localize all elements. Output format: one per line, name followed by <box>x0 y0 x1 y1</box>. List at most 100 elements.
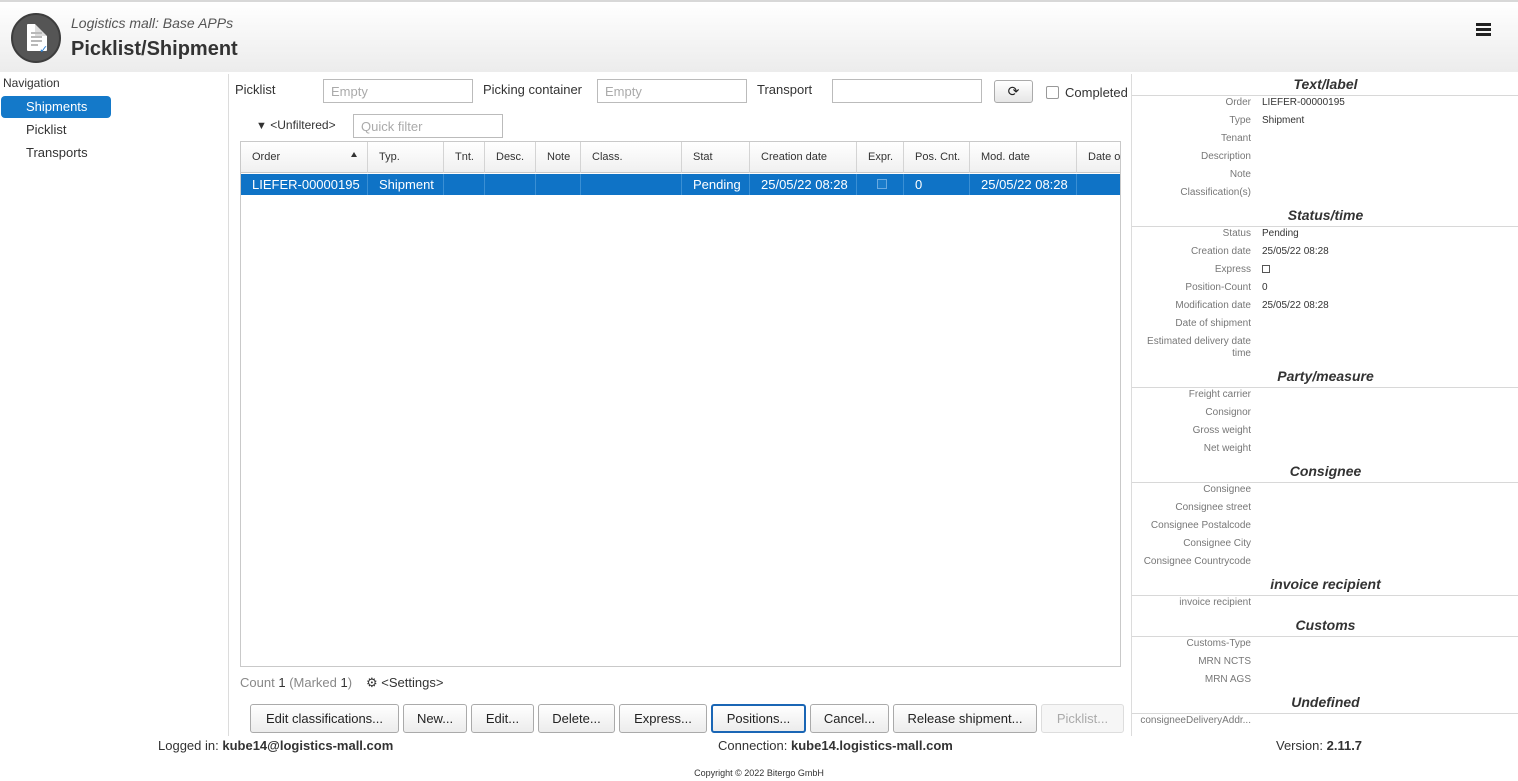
connection-status: Connection: kube14.logistics-mall.com <box>718 738 953 753</box>
column-header-date-of[interactable]: Date of <box>1077 142 1120 173</box>
app-logo: ✓ <box>11 13 61 63</box>
cell-tenant <box>444 174 485 195</box>
column-header-description[interactable]: Desc. <box>485 142 536 173</box>
positions-button[interactable]: Positions... <box>711 704 806 733</box>
detail-value-type: Shipment <box>1262 115 1305 126</box>
detail-value-status: Pending <box>1262 228 1299 239</box>
picklist-button[interactable]: Picklist... <box>1041 704 1124 733</box>
detail-label-consignee-city: Consignee City <box>1183 538 1251 549</box>
marked-suffix: ) <box>347 675 353 690</box>
detail-value-creation-date: 25/05/22 08:28 <box>1262 246 1329 257</box>
column-header-mod-date[interactable]: Mod. date <box>970 142 1077 173</box>
detail-label-mrn-ncts: MRN NCTS <box>1198 656 1251 667</box>
logged-in-label: Logged in: <box>158 738 219 753</box>
column-header-position-count[interactable]: Pos. Cnt. <box>904 142 970 173</box>
column-header-express[interactable]: Expr. <box>857 142 904 173</box>
section-text-label: Text/label <box>1132 76 1518 96</box>
nav-item-picklist[interactable]: Picklist <box>1 119 111 141</box>
logged-in-status: Logged in: kube14@logistics-mall.com <box>158 738 393 753</box>
detail-label-customs-type: Customs-Type <box>1186 638 1251 649</box>
detail-label-consignee-postalcode: Consignee Postalcode <box>1150 520 1251 531</box>
table-row[interactable]: LIEFER-00000195 Shipment Pending 25/05/2… <box>241 174 1120 195</box>
detail-label-consignee-delivery-address: consigneeDeliveryAddr... <box>1140 715 1251 726</box>
count-value: 1 <box>278 675 286 690</box>
release-shipment-button[interactable]: Release shipment... <box>893 704 1037 733</box>
detail-label-status: Status <box>1222 228 1251 239</box>
detail-label-creation-date: Creation date <box>1190 246 1251 257</box>
column-header-order[interactable]: Order <box>241 142 368 173</box>
picking-container-label: Picking container <box>483 82 582 97</box>
delete-button[interactable]: Delete... <box>538 704 615 733</box>
transport-label: Transport <box>757 82 813 97</box>
shipments-table: Order Typ. Tnt. Desc. Note Class. Stat C… <box>240 141 1121 667</box>
column-header-creation-date[interactable]: Creation date <box>750 142 857 173</box>
nav-item-shipments[interactable]: Shipments <box>1 96 111 118</box>
cell-note <box>536 174 581 195</box>
detail-label-consignee-street: Consignee street <box>1175 502 1251 513</box>
nav-item-transports[interactable]: Transports <box>1 142 111 164</box>
detail-label-description: Description <box>1200 151 1251 162</box>
cell-position-count: 0 <box>904 174 970 195</box>
picklist-label: Picklist <box>235 82 276 97</box>
cancel-button[interactable]: Cancel... <box>810 704 889 733</box>
section-status-time: Status/time <box>1132 207 1518 227</box>
check-icon: ✓ <box>39 44 49 56</box>
detail-label-type: Type <box>1229 115 1251 126</box>
detail-label-mrn-ags: MRN AGS <box>1204 674 1251 685</box>
filter-selector[interactable]: ▼ <Unfiltered> <box>256 118 336 132</box>
picklist-input[interactable] <box>323 79 473 103</box>
picking-container-input[interactable] <box>597 79 747 103</box>
detail-label-classifications: Classification(s) <box>1180 187 1251 198</box>
column-header-note[interactable]: Note <box>536 142 581 173</box>
detail-label-freight-carrier: Freight carrier <box>1188 389 1251 400</box>
edit-button[interactable]: Edit... <box>471 704 534 733</box>
detail-label-consignee-countrycode: Consignee Countrycode <box>1143 556 1251 567</box>
express-checkbox[interactable] <box>877 179 887 189</box>
completed-checkbox[interactable] <box>1046 86 1059 99</box>
detail-value-order: LIEFER-00000195 <box>1262 97 1345 108</box>
cell-description <box>485 174 536 195</box>
copyright-text: Copyright © 2022 Bitergo GmbH <box>694 768 824 778</box>
detail-label-estimated-delivery: Estimated delivery date time <box>1147 336 1251 359</box>
section-undefined: Undefined <box>1132 694 1518 714</box>
section-customs: Customs <box>1132 617 1518 637</box>
settings-label: <Settings> <box>381 675 444 690</box>
marked-label: (Marked <box>289 675 337 690</box>
count-label: Count <box>240 675 275 690</box>
transport-input[interactable] <box>832 79 982 103</box>
column-header-class[interactable]: Class. <box>581 142 682 173</box>
edit-classifications-button[interactable]: Edit classifications... <box>250 704 399 733</box>
section-invoice-recipient: invoice recipient <box>1132 576 1518 596</box>
settings-link[interactable]: ⚙ <Settings> <box>366 675 443 691</box>
detail-label-modification-date: Modification date <box>1175 300 1251 311</box>
cell-mod-date: 25/05/22 08:28 <box>970 174 1077 195</box>
section-consignee: Consignee <box>1132 463 1518 483</box>
cell-type: Shipment <box>368 174 444 195</box>
detail-label-express: Express <box>1214 264 1251 275</box>
detail-label-consignee: Consignee <box>1203 484 1251 495</box>
connection-host: kube14.logistics-mall.com <box>791 738 953 753</box>
version-status: Version: 2.11.7 <box>1276 738 1362 753</box>
cell-order: LIEFER-00000195 <box>241 174 368 195</box>
express-button[interactable]: Express... <box>619 704 707 733</box>
express-detail-checkbox <box>1262 265 1270 273</box>
record-count: Count 1 (Marked 1) <box>240 675 352 690</box>
detail-label-date-of-shipment: Date of shipment <box>1175 318 1251 329</box>
column-header-tenant[interactable]: Tnt. <box>444 142 485 173</box>
logged-in-user: kube14@logistics-mall.com <box>222 738 394 753</box>
page-title: Picklist/Shipment <box>71 38 238 60</box>
detail-label-invoice-recipient: invoice recipient <box>1179 597 1251 608</box>
new-button[interactable]: New... <box>403 704 467 733</box>
refresh-button[interactable]: ⟳ <box>994 80 1033 103</box>
detail-label-order: Order <box>1225 97 1251 108</box>
version-value: 2.11.7 <box>1326 738 1363 753</box>
table-header: Order Typ. Tnt. Desc. Note Class. Stat C… <box>241 142 1120 173</box>
detail-label-note: Note <box>1229 169 1251 180</box>
detail-label-net-weight: Net weight <box>1203 443 1251 454</box>
hamburger-menu-icon[interactable] <box>1476 23 1491 37</box>
detail-label-consignor: Consignor <box>1205 407 1251 418</box>
app-subtitle: Logistics mall: Base APPs <box>71 15 234 31</box>
column-header-status[interactable]: Stat <box>682 142 750 173</box>
column-header-type[interactable]: Typ. <box>368 142 444 173</box>
quick-filter-input[interactable] <box>353 114 503 138</box>
